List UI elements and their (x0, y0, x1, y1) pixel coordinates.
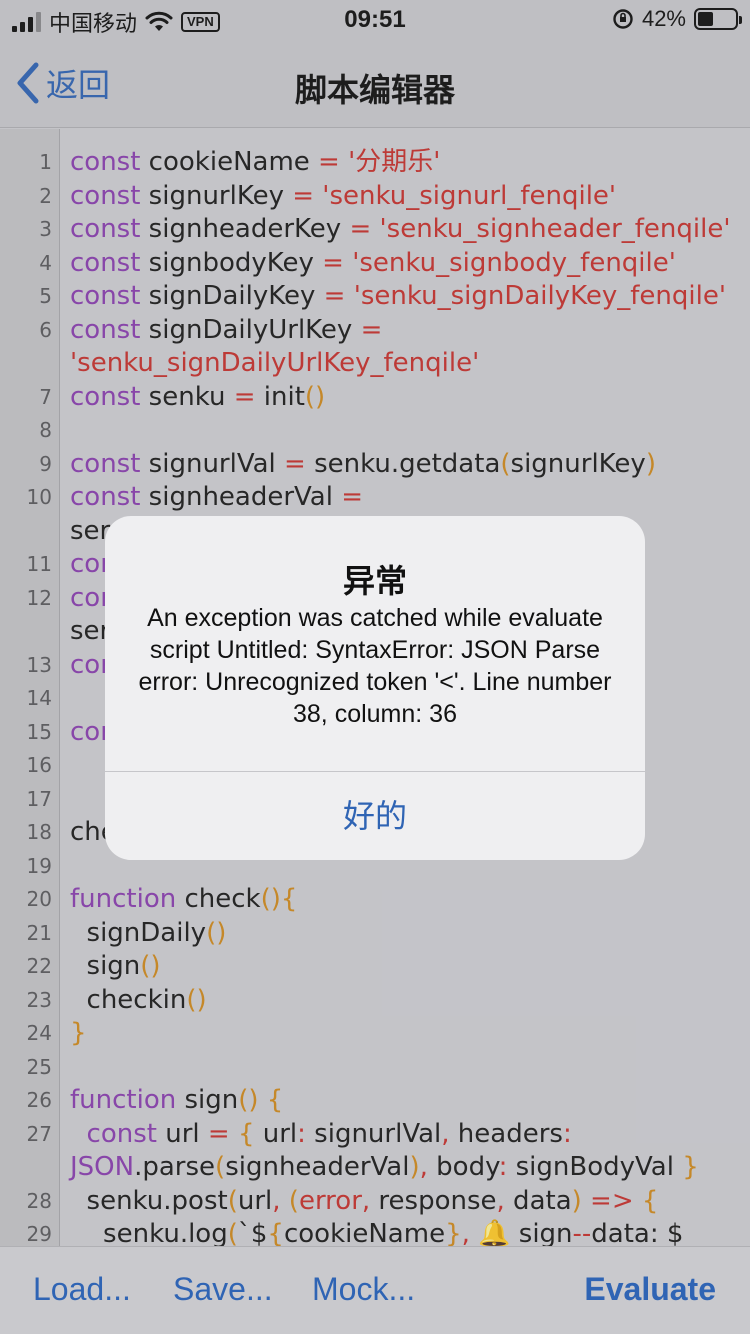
alert-ok-button[interactable]: 好的 (105, 772, 645, 860)
load-button[interactable]: Load... (33, 1271, 131, 1308)
evaluate-button[interactable]: Evaluate (584, 1271, 716, 1308)
alert-message: An exception was catched while evaluate … (138, 604, 612, 728)
alert-title: 异常 (342, 562, 407, 600)
bottom-toolbar: Load... Save... Mock... Evaluate (0, 1246, 750, 1334)
save-button[interactable]: Save... (173, 1271, 273, 1308)
error-alert: 异常 An exception was catched while evalua… (105, 516, 645, 860)
mock-button[interactable]: Mock... (312, 1271, 415, 1308)
